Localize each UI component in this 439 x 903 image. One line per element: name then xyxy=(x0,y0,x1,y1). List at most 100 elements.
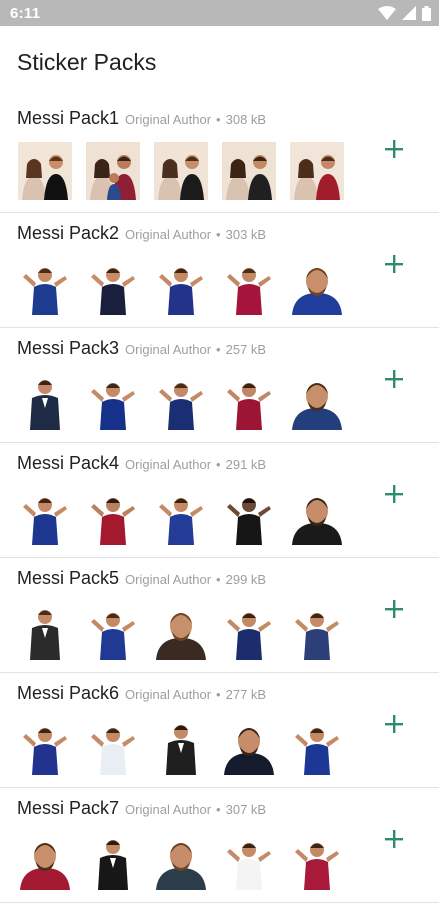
sticker-pack-row[interactable]: Messi Pack5 Original Author • 299 kB xyxy=(0,558,439,673)
sticker-preview-strip xyxy=(18,832,344,890)
pack-name: Messi Pack3 xyxy=(17,338,120,358)
pack-meta: Original Author • 257 kB xyxy=(125,342,266,357)
portrait-sticker-icon xyxy=(290,487,344,545)
player-sticker-icon xyxy=(290,602,344,660)
pack-meta: Original Author • 299 kB xyxy=(125,572,266,587)
pack-header: Messi Pack1 Original Author • 308 kB xyxy=(17,108,266,129)
status-bar: 6:11 xyxy=(0,0,439,26)
player-sticker-icon xyxy=(18,717,72,775)
sticker-pack-row[interactable]: Messi Pack2 Original Author • 303 kB xyxy=(0,213,439,328)
pack-header: Messi Pack2 Original Author • 303 kB xyxy=(17,223,266,244)
portrait-sticker-icon xyxy=(290,372,344,430)
plus-icon xyxy=(385,600,403,618)
player-sticker-icon xyxy=(86,602,140,660)
sticker-pack-row[interactable]: Messi Pack4 Original Author • 291 kB xyxy=(0,443,439,558)
player-sticker-icon xyxy=(86,717,140,775)
plus-icon xyxy=(385,715,403,733)
meta-separator: • xyxy=(216,802,221,817)
sticker-pack-row[interactable]: Messi Pack3 Original Author • 257 kB xyxy=(0,328,439,443)
sticker-preview-strip xyxy=(18,142,344,200)
pack-meta: Original Author • 307 kB xyxy=(125,802,266,817)
player-sticker-icon xyxy=(222,832,276,890)
pack-header: Messi Pack5 Original Author • 299 kB xyxy=(17,568,266,589)
pack-author: Original Author xyxy=(125,342,212,357)
pack-meta: Original Author • 308 kB xyxy=(125,112,266,127)
pack-meta: Original Author • 277 kB xyxy=(125,687,266,702)
portrait-sticker-icon xyxy=(154,832,208,890)
plus-icon xyxy=(385,830,403,848)
add-to-whatsapp-button[interactable] xyxy=(379,249,409,279)
pack-size: 257 kB xyxy=(225,342,267,357)
add-to-whatsapp-button[interactable] xyxy=(379,134,409,164)
player-sticker-icon xyxy=(154,487,208,545)
couple-sticker-icon xyxy=(290,142,344,200)
pack-name: Messi Pack4 xyxy=(17,453,120,473)
meta-separator: • xyxy=(216,687,221,702)
player-sticker-icon xyxy=(18,487,72,545)
pack-name: Messi Pack5 xyxy=(17,568,120,588)
plus-icon xyxy=(385,370,403,388)
portrait-sticker-icon xyxy=(222,717,276,775)
pack-author: Original Author xyxy=(125,687,212,702)
portrait-sticker-icon xyxy=(18,832,72,890)
plus-icon xyxy=(385,255,403,273)
pack-name: Messi Pack7 xyxy=(17,798,120,818)
sticker-pack-row[interactable]: Messi Pack1 Original Author • 308 kB xyxy=(0,98,439,213)
pack-size: 291 kB xyxy=(225,457,267,472)
pack-author: Original Author xyxy=(125,457,212,472)
meta-separator: • xyxy=(216,227,221,242)
pack-author: Original Author xyxy=(125,227,212,242)
suit-sticker-icon xyxy=(18,372,72,430)
status-icons xyxy=(378,5,431,21)
portrait-sticker-icon xyxy=(290,257,344,315)
player-sticker-icon xyxy=(86,487,140,545)
sticker-pack-row[interactable]: Messi Pack7 Original Author • 307 kB xyxy=(0,788,439,903)
pack-size: 299 kB xyxy=(225,572,267,587)
pack-header: Messi Pack3 Original Author • 257 kB xyxy=(17,338,266,359)
player-sticker-icon xyxy=(290,832,344,890)
couple-sticker-icon xyxy=(18,142,72,200)
player-sticker-icon xyxy=(86,257,140,315)
sticker-pack-list[interactable]: Messi Pack1 Original Author • 308 kB Messi P… xyxy=(0,98,439,903)
player-sticker-icon xyxy=(222,602,276,660)
meta-separator: • xyxy=(216,112,221,127)
sticker-preview-strip xyxy=(18,487,344,545)
pack-name: Messi Pack2 xyxy=(17,223,120,243)
sticker-pack-row[interactable]: Messi Pack6 Original Author • 277 kB xyxy=(0,673,439,788)
portrait-sticker-icon xyxy=(154,602,208,660)
sticker-preview-strip xyxy=(18,372,344,430)
player-sticker-icon xyxy=(18,257,72,315)
player-sticker-icon xyxy=(222,487,276,545)
pack-name: Messi Pack6 xyxy=(17,683,120,703)
plus-icon xyxy=(385,140,403,158)
plus-icon xyxy=(385,485,403,503)
pack-header: Messi Pack4 Original Author • 291 kB xyxy=(17,453,266,474)
add-to-whatsapp-button[interactable] xyxy=(379,479,409,509)
player-sticker-icon xyxy=(222,372,276,430)
pack-meta: Original Author • 303 kB xyxy=(125,227,266,242)
family-sticker-icon xyxy=(86,142,140,200)
player-sticker-icon xyxy=(222,257,276,315)
sticker-preview-strip xyxy=(18,602,344,660)
pack-size: 308 kB xyxy=(225,112,267,127)
wifi-icon xyxy=(378,6,396,20)
pack-meta: Original Author • 291 kB xyxy=(125,457,266,472)
couple-sticker-icon xyxy=(222,142,276,200)
battery-icon xyxy=(422,5,431,21)
pack-size: 307 kB xyxy=(225,802,267,817)
app-bar: Sticker Packs xyxy=(0,26,439,98)
pack-name: Messi Pack1 xyxy=(17,108,120,128)
page-title: Sticker Packs xyxy=(17,48,157,75)
meta-separator: • xyxy=(216,572,221,587)
add-to-whatsapp-button[interactable] xyxy=(379,824,409,854)
pack-author: Original Author xyxy=(125,572,212,587)
pack-header: Messi Pack7 Original Author • 307 kB xyxy=(17,798,266,819)
add-to-whatsapp-button[interactable] xyxy=(379,709,409,739)
pack-author: Original Author xyxy=(125,802,212,817)
sticker-preview-strip xyxy=(18,717,344,775)
add-to-whatsapp-button[interactable] xyxy=(379,594,409,624)
couple-sticker-icon xyxy=(154,142,208,200)
add-to-whatsapp-button[interactable] xyxy=(379,364,409,394)
signal-icon xyxy=(402,6,416,20)
player-sticker-icon xyxy=(290,717,344,775)
